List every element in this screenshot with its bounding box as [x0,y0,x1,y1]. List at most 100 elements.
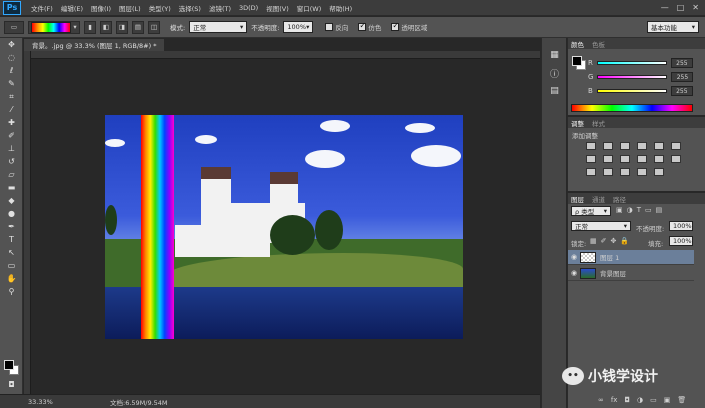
reverse-checkbox[interactable]: 反向 [325,22,348,32]
healing-brush-tool-icon[interactable]: ✚ [0,116,23,129]
selective-color-icon[interactable] [654,168,664,176]
linear-gradient-button[interactable]: ▮ [84,20,96,34]
shape-tool-icon[interactable]: ▭ [0,259,23,272]
color-balance-icon[interactable] [603,155,613,163]
pen-tool-icon[interactable]: ✒ [0,220,23,233]
diamond-gradient-button[interactable]: ◫ [148,20,160,34]
menu-filter[interactable]: 滤镜(T) [205,3,235,13]
photo-filter-icon[interactable] [637,155,647,163]
clone-stamp-tool-icon[interactable]: ⊥ [0,142,23,155]
mode-select[interactable]: 正常 ▾ [189,21,248,33]
link-layers-icon[interactable]: ∞ [598,396,604,404]
black-white-icon[interactable] [620,155,630,163]
minimize-icon[interactable]: — [661,3,669,12]
curves-icon[interactable] [620,142,630,150]
add-mask-icon[interactable]: ◘ [624,396,630,404]
red-slider[interactable] [596,61,667,65]
tab-swatches[interactable]: 色板 [592,39,605,49]
type-filter-icon[interactable]: T [637,206,641,214]
checkbox-checked-icon[interactable] [391,21,400,31]
gradient-picker[interactable]: ▾ [28,20,80,34]
tab-paths[interactable]: 路径 [613,194,626,204]
new-group-icon[interactable]: ▭ [650,396,657,404]
foreground-swatch[interactable] [572,56,582,66]
tab-adjustments[interactable]: 调整 [571,118,584,128]
menu-window[interactable]: 窗口(W) [293,3,326,13]
lock-position-icon[interactable]: ✥ [611,237,617,245]
close-icon[interactable]: ✕ [692,3,699,12]
info-panel-icon[interactable]: ⓘ [542,64,567,82]
path-select-tool-icon[interactable]: ↖ [0,246,23,259]
menu-view[interactable]: 视图(V) [262,3,293,13]
maximize-icon[interactable]: □ [677,3,685,12]
history-brush-tool-icon[interactable]: ↺ [0,155,23,168]
quick-select-tool-icon[interactable]: ✎ [0,77,23,90]
gradient-map-icon[interactable] [637,168,647,176]
chevron-down-icon[interactable]: ▾ [73,23,76,31]
lasso-tool-icon[interactable]: ℓ [0,64,23,77]
move-tool-icon[interactable]: ✥ [0,38,23,51]
radial-gradient-button[interactable]: ◧ [100,20,112,34]
eraser-tool-icon[interactable]: ▱ [0,168,23,181]
layer-style-icon[interactable]: fx [611,396,618,404]
dodge-tool-icon[interactable]: ● [0,207,23,220]
eye-icon[interactable]: ◉ [568,253,580,261]
hue-saturation-icon[interactable] [586,155,596,163]
green-slider[interactable] [597,75,668,79]
layer-filter-select[interactable]: ρ 类型 ▾ [571,206,611,216]
channel-mixer-icon[interactable] [654,155,664,163]
menu-type[interactable]: 类型(Y) [145,3,175,13]
gradient-tool-icon[interactable]: ▬ [0,181,23,194]
delete-layer-icon[interactable]: 🗑 [677,396,686,404]
menu-help[interactable]: 帮助(H) [325,3,356,13]
zoom-level[interactable]: 33.33% [28,398,54,406]
pixel-filter-icon[interactable]: ▣ [616,206,623,214]
triangle-icon[interactable] [671,142,681,150]
menu-edit[interactable]: 编辑(E) [57,3,87,13]
menu-file[interactable]: 文件(F) [27,3,57,13]
hand-tool-icon[interactable]: ✋ [0,272,23,285]
workspace-select[interactable]: 基本功能 ▾ [647,21,699,33]
transparency-checkbox[interactable]: 透明区域 [391,21,427,32]
type-tool-icon[interactable]: T [0,233,23,246]
document-tab[interactable]: 背景。.jpg @ 33.3% (图层 1, RGB/8#) * [24,39,164,51]
color-spectrum-bar[interactable] [571,104,693,112]
checkbox-icon[interactable] [325,23,334,31]
smart-object-filter-icon[interactable]: ▤ [656,206,663,214]
tab-channels[interactable]: 通道 [592,194,605,204]
gradient-swatch[interactable] [31,21,72,33]
menu-3d[interactable]: 3D(D) [235,4,262,12]
dither-checkbox[interactable]: 仿色 [358,21,381,32]
tab-styles[interactable]: 样式 [592,118,605,128]
posterize-icon[interactable] [603,168,613,176]
blue-value[interactable]: 255 [670,86,693,96]
new-adjustment-layer-icon[interactable]: ◑ [637,396,643,404]
foreground-color-swatch[interactable] [4,360,14,370]
menu-select[interactable]: 选择(S) [175,3,205,13]
red-value[interactable]: 255 [670,58,693,68]
tool-preset-picker[interactable]: ▭ [4,20,24,34]
shape-filter-icon[interactable]: ▭ [645,206,652,214]
brightness-contrast-icon[interactable] [586,142,596,150]
checkbox-checked-icon[interactable] [358,21,367,31]
layer-row-layer-1[interactable]: ◉ 图层 1 [568,250,694,265]
history-panel-icon[interactable]: ▦ [542,46,567,64]
brush-tool-icon[interactable]: ✐ [0,129,23,142]
zoom-tool-icon[interactable]: ⚲ [0,285,23,298]
tab-color[interactable]: 颜色 [571,39,584,49]
new-layer-icon[interactable]: ▣ [664,396,671,404]
eye-icon[interactable]: ◉ [568,269,580,277]
lock-image-icon[interactable]: ✐ [601,237,607,245]
blend-mode-select[interactable]: 正常 ▾ [571,221,631,231]
lock-transparent-icon[interactable]: ▦ [590,237,597,245]
image-canvas[interactable] [105,115,463,339]
angle-gradient-button[interactable]: ◨ [116,20,128,34]
green-value[interactable]: 255 [671,72,694,82]
layer-opacity-input[interactable]: 100% [669,221,693,231]
blur-tool-icon[interactable]: ◆ [0,194,23,207]
opacity-input[interactable]: 100% ▾ [283,21,314,33]
lock-all-icon[interactable]: 🔒 [620,237,629,245]
reflected-gradient-button[interactable]: ▤ [132,20,144,34]
eyedropper-tool-icon[interactable]: ⁄ [0,103,23,116]
adjustment-filter-icon[interactable]: ◑ [627,206,633,214]
